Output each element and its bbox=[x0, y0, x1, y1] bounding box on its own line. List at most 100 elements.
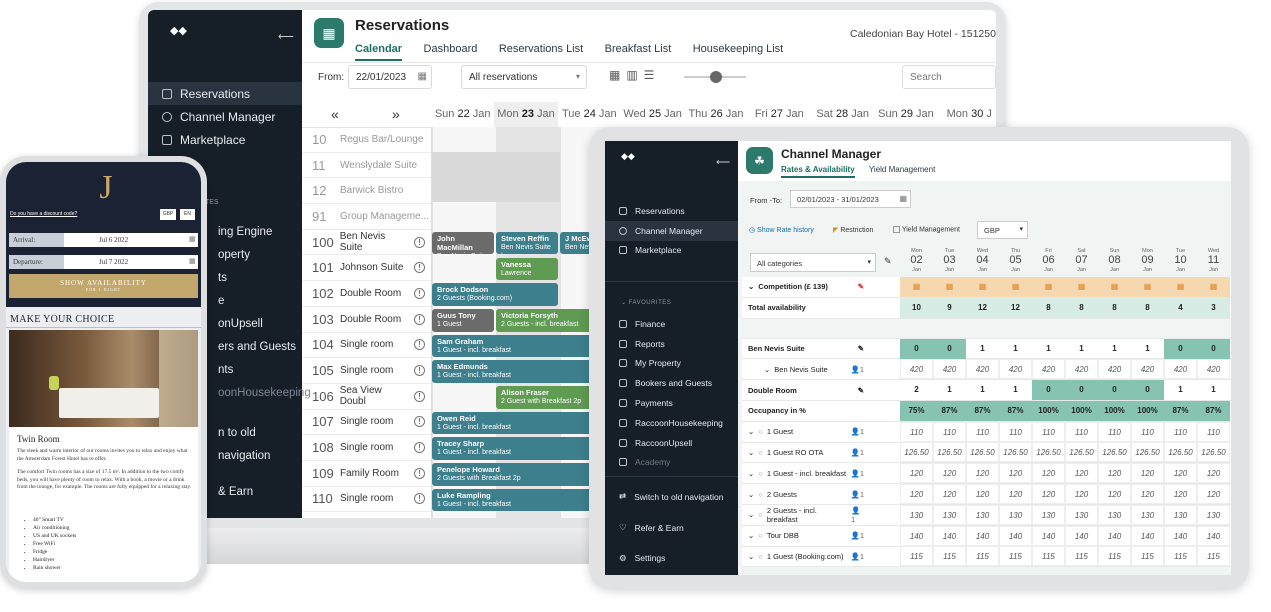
room-row[interactable]: 104 Single room! bbox=[302, 333, 431, 359]
tab-breakfast-list[interactable]: Breakfast List bbox=[605, 43, 672, 59]
rate-cell[interactable]: 130 bbox=[1098, 504, 1131, 525]
rate-cell[interactable]: 120 bbox=[999, 463, 1032, 484]
rate-cell[interactable]: 110 bbox=[1098, 421, 1131, 442]
rate-cell[interactable]: 140 bbox=[966, 525, 999, 546]
rate-cell[interactable]: 126.50 bbox=[1197, 442, 1230, 463]
room-row[interactable]: 12 Barwick Bistro bbox=[302, 178, 431, 205]
collapse-icon[interactable]: ⟵ bbox=[716, 157, 730, 168]
sidebar-item-favourite[interactable]: RaccoonUpsell bbox=[605, 433, 738, 453]
rate-cell[interactable]: 115 bbox=[1197, 546, 1230, 567]
rate-cell[interactable]: 120 bbox=[1065, 463, 1098, 484]
reservation-filter-select[interactable]: All reservations ▾ bbox=[461, 65, 587, 89]
room-row[interactable]: 100 Ben Nevis Suite! bbox=[302, 230, 431, 256]
rate-cell[interactable]: 126.50 bbox=[1131, 442, 1164, 463]
expand-chevron-icon[interactable]: ⌄ bbox=[748, 510, 754, 519]
rate-cell[interactable]: 115 bbox=[933, 546, 966, 567]
rate-cell[interactable]: 130 bbox=[1065, 504, 1098, 525]
rate-cell[interactable]: 115 bbox=[1032, 546, 1065, 567]
sidebar-item-favourite[interactable]: My Property bbox=[605, 354, 738, 374]
show-rate-history-link[interactable]: ◷ Show Rate history bbox=[749, 226, 814, 234]
rate-cell[interactable]: 120 bbox=[900, 463, 933, 484]
from-date-input[interactable]: 22/01/2023 ▦ bbox=[348, 65, 432, 89]
info-icon[interactable]: ! bbox=[414, 467, 425, 479]
rate-cell[interactable]: 126.50 bbox=[1032, 442, 1065, 463]
rate-cell[interactable]: 126.50 bbox=[999, 442, 1032, 463]
booking-block[interactable]: Brock Dodson 2 Guests (Booking.com) bbox=[432, 283, 558, 306]
rate-cell[interactable]: 120 bbox=[1098, 463, 1131, 484]
rate-cell[interactable]: 420 bbox=[1131, 359, 1164, 380]
sidebar-item-refer[interactable]: & Earn bbox=[218, 481, 311, 504]
edit-icon[interactable]: ✎ bbox=[858, 386, 864, 395]
rate-cell[interactable]: 130 bbox=[966, 504, 999, 525]
date-range-input[interactable]: 02/01/2023 - 31/01/2023 ▦ bbox=[790, 190, 911, 208]
rate-cell[interactable]: 126.50 bbox=[1164, 442, 1197, 463]
expand-chevron-icon[interactable]: ⌄ bbox=[748, 469, 754, 478]
sidebar-item-favourite[interactable]: Bookers and Guests bbox=[605, 373, 738, 393]
booking-block[interactable]: John MacMillanBen Nevis Suite bbox=[432, 231, 494, 255]
settings-button[interactable]: ⚙ Settings bbox=[605, 549, 738, 569]
rate-cell[interactable]: 120 bbox=[1164, 484, 1197, 505]
rate-cell[interactable]: 120 bbox=[933, 484, 966, 505]
room-card[interactable]: Twin Room The sleek and warm interior of… bbox=[9, 330, 198, 582]
rate-cell[interactable]: 140 bbox=[933, 525, 966, 546]
discount-code-link[interactable]: Do you have a discount code? bbox=[10, 211, 77, 217]
search-input[interactable]: Search bbox=[902, 65, 996, 89]
currency-button[interactable]: GBP bbox=[160, 209, 176, 220]
room-row[interactable]: 101 Johnson Suite! bbox=[302, 255, 431, 282]
tab-rates-availability[interactable]: Rates & Availability bbox=[781, 165, 855, 178]
info-icon[interactable]: ! bbox=[414, 313, 425, 325]
info-icon[interactable]: ! bbox=[414, 493, 425, 505]
rate-cell[interactable]: 140 bbox=[999, 525, 1032, 546]
rate-cell[interactable]: 140 bbox=[1098, 525, 1131, 546]
refer-earn-button[interactable]: ♡ Refer & Earn bbox=[605, 518, 738, 538]
rate-cell[interactable]: 120 bbox=[966, 463, 999, 484]
rate-cell[interactable]: 130 bbox=[999, 504, 1032, 525]
rate-cell[interactable]: 126.50 bbox=[1065, 442, 1098, 463]
rate-cell[interactable]: 120 bbox=[1131, 463, 1164, 484]
rate-cell[interactable]: 115 bbox=[1164, 546, 1197, 567]
sidebar-item-housekeeping[interactable]: oonHousekeeping bbox=[218, 382, 311, 405]
rate-cell[interactable]: 140 bbox=[900, 525, 933, 546]
room-row[interactable]: 11 Wenslydale Suite bbox=[302, 153, 431, 179]
tab-dashboard[interactable]: Dashboard bbox=[424, 43, 478, 59]
category-select[interactable]: All categories ▾ bbox=[750, 253, 876, 272]
sidebar-item-property[interactable]: operty bbox=[218, 244, 311, 267]
sidebar-item-favourite[interactable]: Reports bbox=[605, 334, 738, 354]
rate-cell[interactable]: 115 bbox=[900, 546, 933, 567]
rate-cell[interactable]: 140 bbox=[1197, 525, 1230, 546]
rate-cell[interactable]: 110 bbox=[966, 421, 999, 442]
tab-housekeeping-list[interactable]: Housekeeping List bbox=[693, 43, 784, 59]
rate-cell[interactable]: 115 bbox=[1098, 546, 1131, 567]
sidebar-item-channel-manager[interactable]: Channel Manager bbox=[148, 105, 302, 128]
sidebar-item-booking-engine[interactable]: ing Engine bbox=[218, 221, 311, 244]
sidebar-item-finance[interactable]: e bbox=[218, 290, 311, 313]
rate-cell[interactable]: 110 bbox=[1032, 421, 1065, 442]
sidebar-item-marketplace[interactable]: Marketplace bbox=[148, 128, 302, 151]
room-row[interactable]: 103 Double Room! bbox=[302, 307, 431, 333]
rate-cell[interactable]: 110 bbox=[900, 421, 933, 442]
rate-cell[interactable]: 110 bbox=[1065, 421, 1098, 442]
expand-chevron-icon[interactable]: ⌄ bbox=[748, 531, 754, 540]
rate-cell[interactable]: 130 bbox=[900, 504, 933, 525]
arrival-field[interactable]: Arrival: Jul 6 2022 ▦ bbox=[9, 233, 198, 247]
prev-week-icon[interactable]: « bbox=[331, 106, 339, 122]
rate-cell[interactable]: 140 bbox=[1032, 525, 1065, 546]
sidebar-item-favourite[interactable]: Academy bbox=[605, 453, 738, 473]
edit-icon[interactable]: ✎ bbox=[858, 282, 864, 291]
yield-management-checkbox[interactable]: Yield Management bbox=[893, 226, 960, 233]
info-icon[interactable]: ! bbox=[414, 416, 425, 428]
tab-calendar[interactable]: Calendar bbox=[355, 43, 403, 61]
info-icon[interactable]: ! bbox=[414, 236, 425, 248]
rate-cell[interactable]: 420 bbox=[1098, 359, 1131, 380]
sidebar-item-payments[interactable]: nts bbox=[218, 359, 311, 382]
rate-cell[interactable]: 126.50 bbox=[966, 442, 999, 463]
rate-cell[interactable]: 130 bbox=[1131, 504, 1164, 525]
switch-navigation-button[interactable]: ⇄ Switch to old navigation bbox=[605, 487, 738, 507]
rate-cell[interactable]: 120 bbox=[1131, 484, 1164, 505]
rate-cell[interactable]: 420 bbox=[933, 359, 966, 380]
room-row[interactable]: 102 Double Room! bbox=[302, 281, 431, 307]
rate-cell[interactable]: 115 bbox=[966, 546, 999, 567]
zoom-slider-handle[interactable] bbox=[710, 71, 722, 83]
rate-cell[interactable]: 110 bbox=[1131, 421, 1164, 442]
rate-cell[interactable]: 126.50 bbox=[1098, 442, 1131, 463]
